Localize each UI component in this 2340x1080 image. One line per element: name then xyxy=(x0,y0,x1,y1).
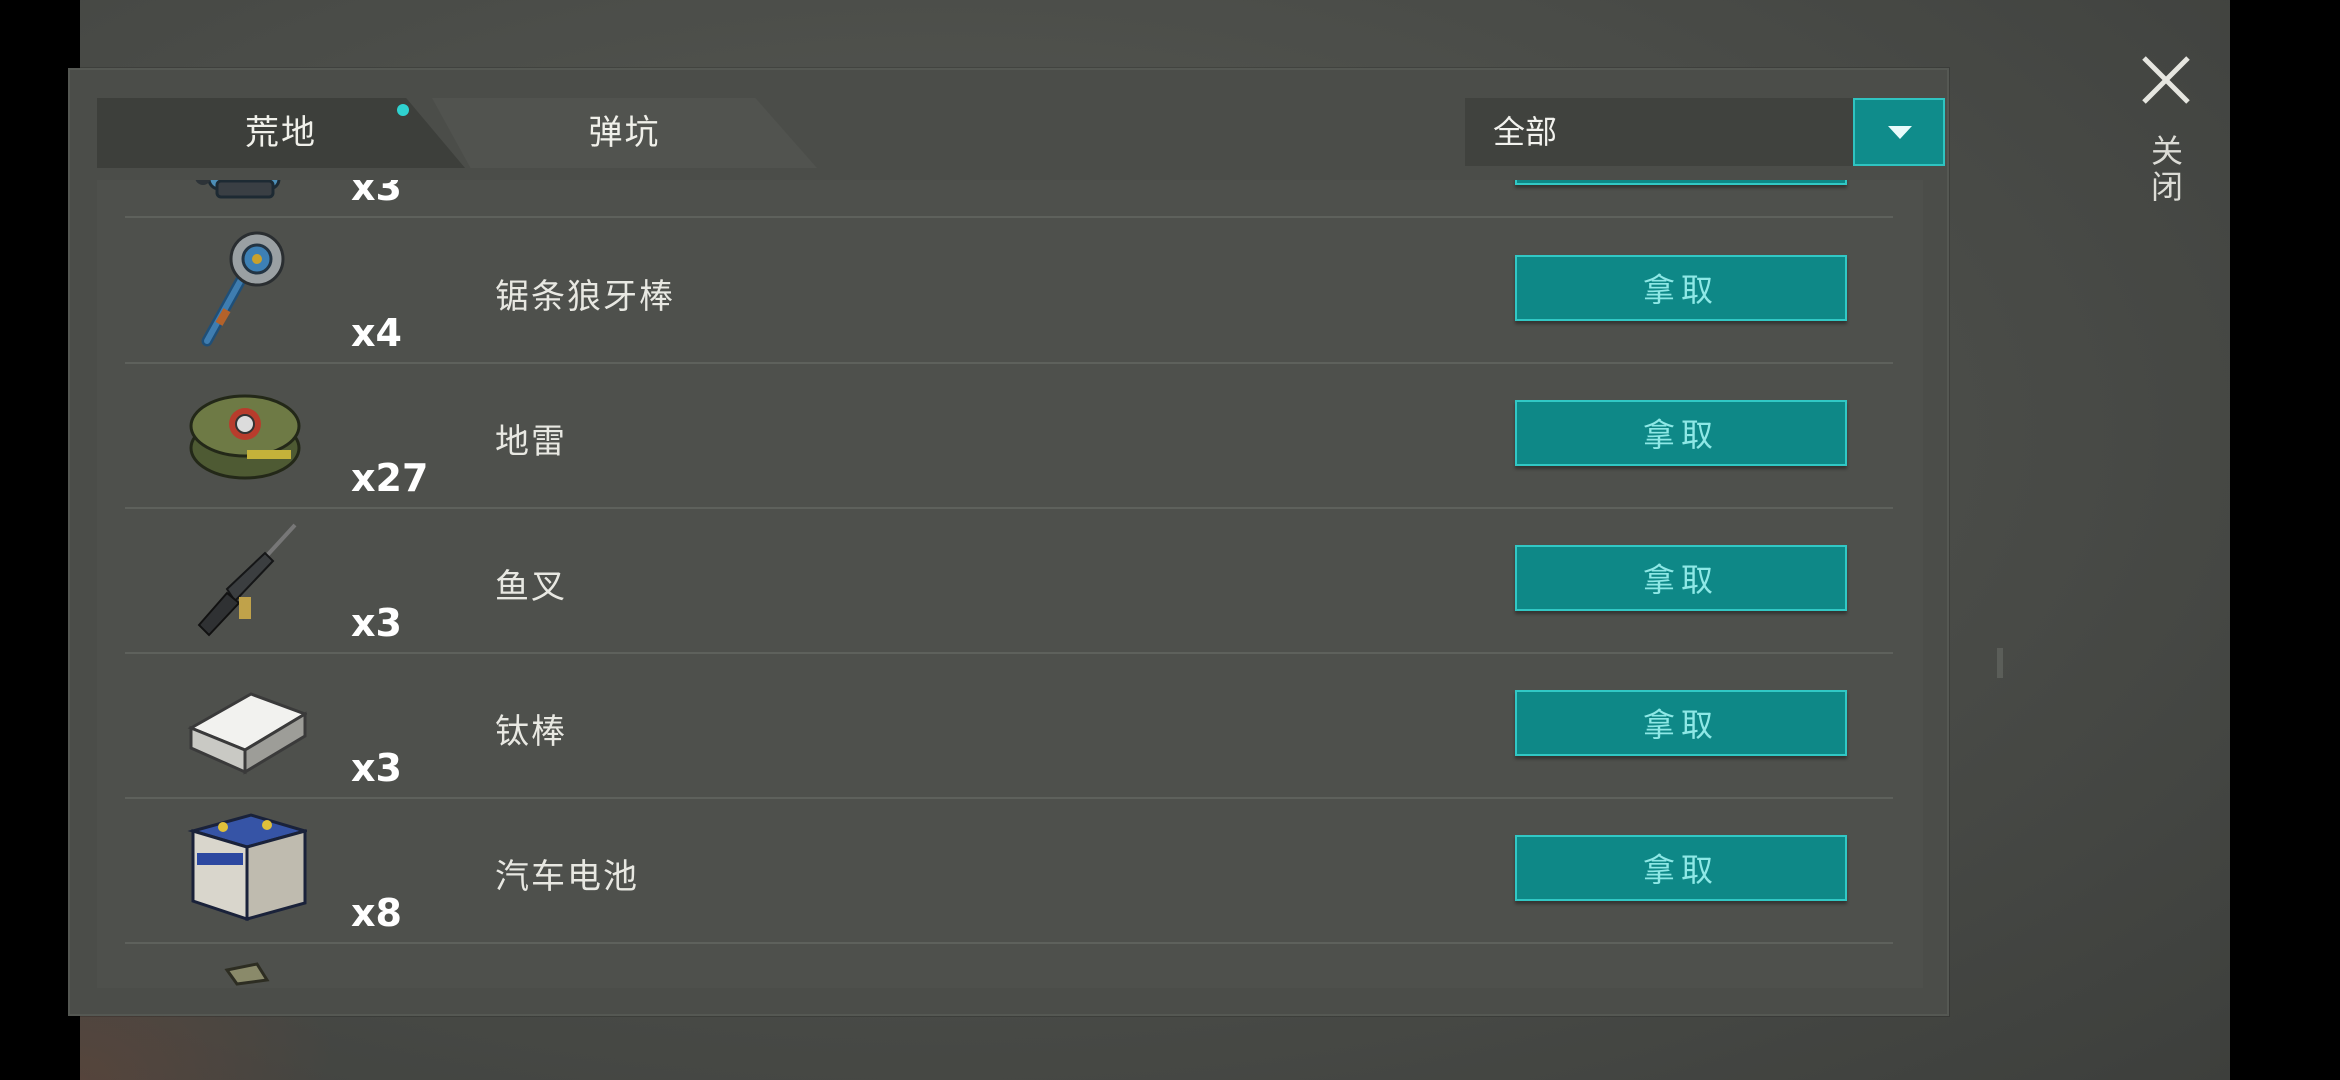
item-name: 地雷 xyxy=(495,422,567,462)
tab-wasteland-label: 荒地 xyxy=(245,113,317,153)
list-item: x3 xyxy=(125,180,1893,218)
take-button[interactable]: 拿取 xyxy=(1515,255,1847,321)
saw-mace-icon xyxy=(201,231,285,347)
item-name: 锯条狼牙棒 xyxy=(495,277,675,317)
tab-crater[interactable]: 弹坑 xyxy=(432,98,817,168)
harpoon-gun-icon xyxy=(197,523,297,637)
take-button[interactable]: 拿取 xyxy=(1515,400,1847,466)
list-item: x4 锯条狼牙棒 拿取 xyxy=(125,217,1893,364)
close-x-icon[interactable] xyxy=(2136,50,2196,110)
scrollbar-thumb[interactable] xyxy=(1997,648,2003,678)
take-button[interactable]: 拿取 xyxy=(1515,545,1847,611)
tab-crater-label: 弹坑 xyxy=(588,113,661,153)
item-count: x8 xyxy=(351,891,402,935)
list-item: x8 汽车电池 拿取 xyxy=(125,797,1893,944)
titanium-bar-icon xyxy=(187,692,307,775)
filter-selected: 全部 xyxy=(1493,113,1558,151)
list-item: x3 鱼叉 拿取 xyxy=(125,507,1893,654)
take-button[interactable] xyxy=(1515,180,1847,185)
item-count: x3 xyxy=(351,601,402,645)
item-count: x27 xyxy=(351,456,429,500)
item-name: 汽车电池 xyxy=(495,857,639,897)
take-button[interactable]: 拿取 xyxy=(1515,690,1847,756)
car-battery-icon xyxy=(187,813,307,922)
list-item: x3 钛棒 拿取 xyxy=(125,652,1893,799)
item-count: x4 xyxy=(351,311,402,355)
item-count: x3 xyxy=(351,180,402,209)
list-item xyxy=(125,942,1893,988)
item-count: x3 xyxy=(351,746,402,790)
take-button[interactable]: 拿取 xyxy=(1515,835,1847,901)
dropdown-arrow-icon[interactable] xyxy=(1853,98,1945,166)
list-item: x27 地雷 拿取 xyxy=(125,362,1893,509)
tab-wasteland[interactable]: 荒地 xyxy=(97,98,465,168)
partial-item-icon xyxy=(224,962,270,986)
pump-icon xyxy=(195,180,281,199)
tabs-bar: 弹坑 荒地 全部 xyxy=(97,98,1945,168)
item-name: 钛棒 xyxy=(495,712,567,752)
item-list[interactable]: x3 x4 锯条狼牙棒 拿取 x27 地雷 拿取 x3 鱼叉 拿取 x3 钛棒 … xyxy=(97,180,1923,988)
notification-dot xyxy=(397,104,409,116)
storage-panel: 弹坑 荒地 全部 x3 x4 锯条狼牙棒 拿取 x27 地雷 拿取 x3 鱼叉 … xyxy=(68,68,1949,1016)
landmine-icon xyxy=(189,394,301,480)
filter-dropdown[interactable]: 全部 xyxy=(1465,98,1945,166)
close-label[interactable]: 关闭 xyxy=(2142,134,2188,206)
item-name: 鱼叉 xyxy=(495,567,567,607)
